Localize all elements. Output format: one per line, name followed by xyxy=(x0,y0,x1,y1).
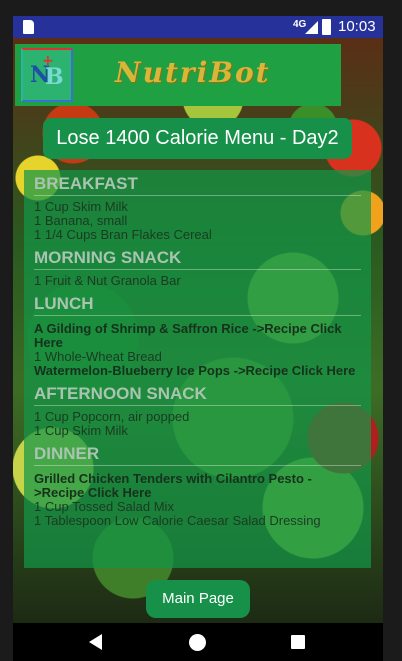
logo-letter-b: B xyxy=(45,64,64,90)
app-title: NutriBot xyxy=(115,56,271,89)
menu-item: 1 Cup Skim Milk xyxy=(34,423,128,438)
menu-item: 1 Fruit & Nut Granola Bar xyxy=(34,273,181,288)
section-header: DINNER xyxy=(34,444,361,466)
status-bar: 4G 10:03 xyxy=(13,16,383,38)
battery-icon xyxy=(322,19,331,35)
menu-title: Lose 1400 Calorie Menu - Day2 xyxy=(43,118,352,159)
menu-panel[interactable]: BREAKFAST 1 Cup Skim Milk 1 Banana, small 1… xyxy=(24,170,371,568)
menu-item: 1 Tablespoon Low Calorie Caesar Salad Dr… xyxy=(34,513,321,528)
back-icon[interactable] xyxy=(89,634,102,650)
main-page-button[interactable]: Main Page xyxy=(146,580,250,618)
status-time: 10:03 xyxy=(338,18,376,35)
recipe-link[interactable]: Watermelon-Blueberry Ice Pops ->Recipe C… xyxy=(34,364,361,378)
sd-card-icon xyxy=(23,20,34,34)
section-header: BREAKFAST xyxy=(34,174,361,196)
section-header: LUNCH xyxy=(34,294,361,316)
navigation-bar xyxy=(13,623,383,661)
menu-item: 1 Cup Skim Milk xyxy=(34,199,128,214)
section-header: AFTERNOON SNACK xyxy=(34,384,361,406)
section-header: MORNING SNACK xyxy=(34,248,361,270)
app-header: + N B NutriBot xyxy=(15,44,341,106)
phone-screen: 4G 10:03 + N B NutriBot Lose 1400 Calori… xyxy=(13,16,383,661)
recent-apps-icon[interactable] xyxy=(291,635,305,649)
menu-item: 1 1/4 Cups Bran Flakes Cereal xyxy=(34,227,212,242)
device-frame: 4G 10:03 + N B NutriBot Lose 1400 Calori… xyxy=(0,0,402,661)
menu-item: 1 Cup Tossed Salad Mix xyxy=(34,499,174,514)
menu-item: 1 Banana, small xyxy=(34,213,128,228)
signal-icon xyxy=(305,21,318,34)
recipe-link[interactable]: A Gilding of Shrimp & Saffron Rice ->Rec… xyxy=(34,322,361,350)
app-logo: + N B xyxy=(21,48,73,102)
home-icon[interactable] xyxy=(189,634,206,651)
recipe-link[interactable]: Grilled Chicken Tenders with Cilantro Pe… xyxy=(34,472,361,500)
menu-item: 1 Cup Popcorn, air popped xyxy=(34,409,190,424)
menu-item: 1 Whole-Wheat Bread xyxy=(34,349,162,364)
menu-list[interactable]: BREAKFAST 1 Cup Skim Milk 1 Banana, small 1… xyxy=(24,170,371,528)
